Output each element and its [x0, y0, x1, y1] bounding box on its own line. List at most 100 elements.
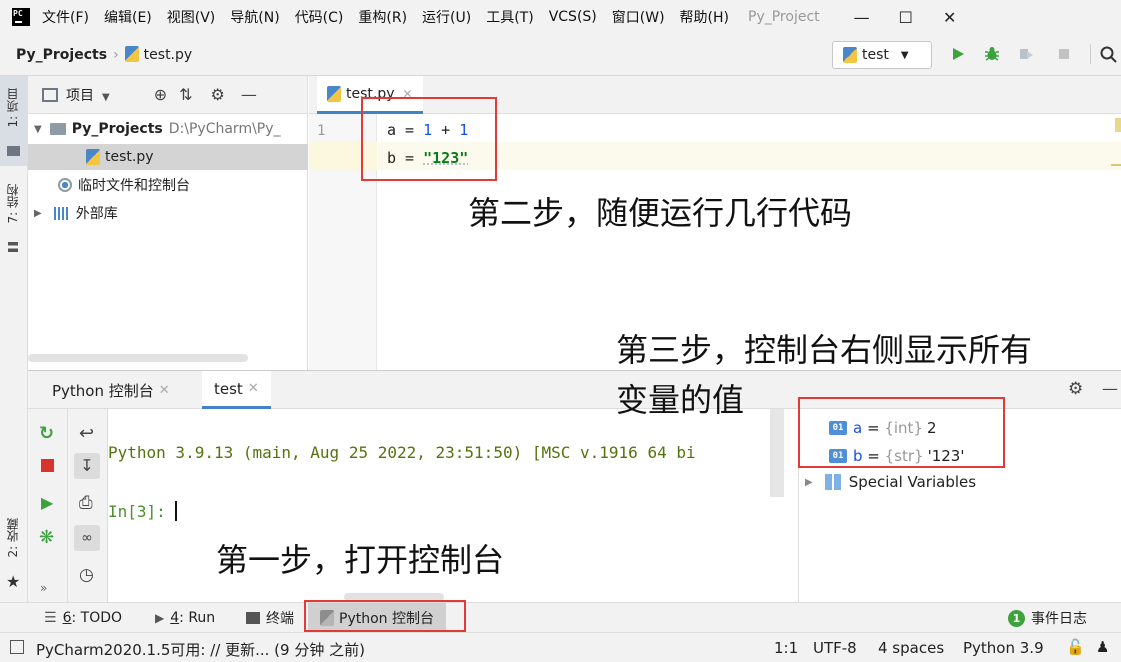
project-root-name: Py_Projects [71, 121, 163, 137]
event-log-label: 事件日志 [1031, 611, 1087, 627]
chevron-down-icon: ▼ [102, 91, 110, 103]
interpreter[interactable]: Python 3.9 [963, 639, 1044, 657]
tab-close-icon[interactable]: ✕ [159, 383, 170, 398]
project-view-selector[interactable]: 项目 ▼ [66, 85, 110, 105]
inspector-icon[interactable]: ♟ [1096, 638, 1109, 656]
terminal-icon [246, 612, 260, 624]
scroll-to-end-icon[interactable]: ↧ [74, 453, 100, 479]
menu-edit[interactable]: 编辑(E) [104, 7, 152, 27]
toggle-toolwindows-icon[interactable] [10, 640, 24, 654]
todo-label: : TODO [71, 610, 123, 626]
list-icon: ☰ [44, 610, 57, 626]
history-icon[interactable]: ◷ [79, 565, 94, 585]
structure-icon [8, 242, 18, 252]
rerun-icon[interactable]: ↻ [39, 423, 54, 444]
lock-icon[interactable]: 🔓 [1066, 638, 1085, 656]
menu-vcs[interactable]: VCS(S) [549, 9, 597, 25]
text-cursor [175, 501, 178, 521]
special-variables-node[interactable]: ▶ Special Variables [805, 473, 976, 491]
tree-item-external-libs-label: 外部库 [75, 206, 118, 222]
menu-window[interactable]: 窗口(W) [612, 7, 665, 27]
project-toolwindow-label: 1: 项目 [6, 88, 20, 128]
menu-file[interactable]: 文件(F) [42, 7, 89, 27]
tree-item-external-libs[interactable]: ▶ 外部库 [28, 200, 308, 226]
hide-panel-icon[interactable]: — [1102, 379, 1118, 398]
project-panel-header: 项目 ▼ ⊕ ⇅ ⚙ — [28, 76, 307, 114]
menu-navigate[interactable]: 导航(N) [230, 7, 279, 27]
maximize-icon[interactable]: ☐ [884, 8, 928, 27]
tree-item-project-root[interactable]: ▼ Py_Projects D:\PyCharm\Py_ [28, 116, 308, 142]
close-icon[interactable]: ✕ [928, 8, 972, 27]
file-encoding[interactable]: UTF-8 [813, 639, 857, 657]
search-icon[interactable] [1100, 46, 1118, 64]
tab-close-icon[interactable]: ✕ [248, 381, 259, 396]
tree-item-scratches[interactable]: 临时文件和控制台 [28, 172, 308, 198]
special-variables-label: Special Variables [848, 473, 977, 491]
stop-icon[interactable] [1056, 46, 1072, 62]
debug-icon[interactable] [984, 46, 1000, 62]
status-bar: PyCharm2020.1.5可用: // 更新... (9 分钟 之前) 1:… [0, 632, 1121, 662]
menu-view[interactable]: 视图(V) [167, 7, 216, 27]
run-icon[interactable]: ▶ [41, 493, 53, 512]
project-root-path: D:\PyCharm\Py_ [168, 121, 281, 137]
structure-toolwindow-label: 7: 结构 [6, 184, 20, 224]
status-message[interactable]: PyCharm2020.1.5可用: // 更新... (9 分钟 之前) [36, 639, 365, 660]
menu-tools[interactable]: 工具(T) [486, 7, 533, 27]
error-stripe-marker [1111, 164, 1121, 166]
expand-arrow-icon[interactable]: ▶ [805, 477, 813, 488]
show-variables-icon[interactable]: ∞ [74, 525, 100, 551]
event-log-button[interactable]: 1 事件日志 [1008, 603, 1087, 633]
horizontal-scrollbar[interactable] [28, 354, 248, 362]
run-configuration-dropdown[interactable]: test ▼ [832, 41, 932, 69]
indent-setting[interactable]: 4 spaces [878, 639, 944, 657]
scratches-icon [58, 178, 72, 192]
line-number: 1 [317, 123, 326, 139]
tree-item-scratches-label: 临时文件和控制台 [78, 178, 190, 194]
folder-icon [7, 146, 20, 156]
run-key: 4 [170, 610, 180, 626]
console-prompt[interactable]: In[3]: [108, 501, 178, 521]
project-toolwindow-button[interactable]: 1: 项目 [0, 76, 27, 166]
breadcrumb-file-label: test.py [143, 47, 193, 63]
more-actions-icon[interactable]: » [40, 581, 47, 595]
breadcrumb-file[interactable]: test.py [124, 46, 193, 63]
debug-icon[interactable]: ❋ [39, 527, 54, 548]
menu-run[interactable]: 运行(U) [422, 7, 471, 27]
print-icon[interactable]: ⎙ [79, 493, 93, 513]
console-tab-label: test [214, 379, 243, 398]
terminal-label: 终端 [266, 611, 294, 627]
tool-window-bar: ☰ 6: TODO ▶ 4: Run 终端 Python 控制台 1 事件日志 [0, 602, 1121, 633]
breadcrumb-project[interactable]: Py_Projects [16, 47, 107, 63]
window-title: Py_Project [748, 9, 820, 25]
run-toolwindow-button[interactable]: ▶ 4: Run [155, 603, 215, 633]
run-label: : Run [179, 610, 216, 626]
gear-icon[interactable]: ⚙ [1068, 379, 1083, 399]
collapse-all-icon[interactable]: ⇅ [179, 85, 192, 104]
gear-icon[interactable]: ⚙ [211, 85, 225, 104]
cursor-position[interactable]: 1:1 [774, 639, 798, 657]
console-scrollbar[interactable] [770, 409, 784, 497]
structure-toolwindow-button[interactable]: 7: 结构 [0, 176, 27, 266]
python-file-icon [124, 46, 139, 62]
run-icon: ▶ [155, 611, 165, 625]
tree-item-test-py[interactable]: test.py [28, 144, 308, 170]
console-tab-python[interactable]: Python 控制台 ✕ [40, 371, 182, 409]
soft-wrap-icon[interactable]: ↩ [79, 423, 94, 444]
minimize-icon[interactable]: — [840, 8, 884, 27]
grid-icon [824, 474, 841, 490]
terminal-toolwindow-button[interactable]: 终端 [246, 603, 294, 633]
menu-refactor[interactable]: 重构(R) [358, 7, 407, 27]
expand-arrow-icon[interactable]: ▶ [34, 208, 42, 219]
menu-code[interactable]: 代码(C) [295, 7, 344, 27]
console-tab-test[interactable]: test ✕ [202, 371, 271, 409]
stop-icon[interactable] [41, 459, 54, 472]
coverage-icon[interactable] [1018, 46, 1034, 62]
hide-panel-icon[interactable]: — [241, 85, 257, 104]
run-icon[interactable] [950, 46, 966, 62]
locate-icon[interactable]: ⊕ [154, 85, 167, 104]
todo-toolwindow-button[interactable]: ☰ 6: TODO [44, 603, 122, 633]
run-config-label: test [862, 47, 889, 63]
toolbar-divider [1090, 44, 1091, 64]
menu-help[interactable]: 帮助(H) [680, 7, 729, 27]
expand-arrow-icon[interactable]: ▼ [34, 124, 42, 135]
